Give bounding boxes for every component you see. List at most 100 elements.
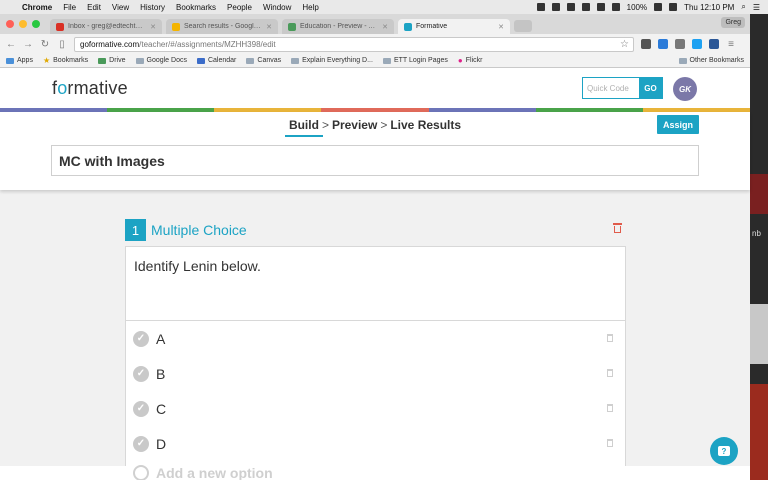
spotlight-icon[interactable]: ⌕ [741,2,745,12]
formative-logo[interactable]: formative [52,78,128,99]
add-option-row[interactable]: Add a new option [126,461,625,480]
status-icon[interactable] [536,3,545,11]
notifications-icon[interactable]: ☰ [753,3,760,12]
close-tab-icon[interactable]: ✕ [382,23,388,31]
bookmark-label: Canvas [257,57,282,64]
delete-option-icon[interactable] [607,369,613,377]
forward-icon[interactable]: → [23,39,33,50]
correct-answer-check-icon[interactable]: ✓ [133,330,149,347]
quick-code-input[interactable] [583,78,639,98]
status-icon[interactable] [566,3,575,11]
assignment-title-field[interactable]: MC with Images [51,145,699,176]
delete-question-icon[interactable] [613,223,622,233]
bookmark-ett-login[interactable]: ETT Login Pages [382,57,448,64]
chat-bubble-icon: ? [718,446,730,456]
option-label[interactable]: C [156,401,166,417]
bookmark-canvas[interactable]: Canvas [246,57,281,64]
desktop-window-fragment [750,174,768,214]
option-label[interactable]: B [156,366,165,382]
close-tab-icon[interactable]: ✕ [266,23,272,31]
menu-file[interactable]: File [63,3,76,12]
formative-icon [404,22,412,31]
menu-window[interactable]: Window [263,3,291,12]
question-header: 1 Multiple Choice [125,219,625,241]
tab-title: Inbox - greg@edtechteacher.org [68,23,146,30]
correct-answer-check-icon[interactable]: ✓ [133,365,149,382]
correct-answer-check-icon[interactable]: ✓ [133,435,149,452]
delete-option-icon[interactable] [607,334,613,342]
profile-button[interactable]: Greg [721,17,745,28]
bookmark-google-docs[interactable]: Google Docs [135,57,187,64]
option-row[interactable]: ✓ C [126,391,625,426]
avatar[interactable]: GK [673,77,697,101]
bookmark-bookmarks[interactable]: ★ Bookmarks [43,56,88,65]
folder-icon [678,57,687,64]
tab-live-results[interactable]: Live Results [390,118,461,132]
menu-help[interactable]: Help [302,3,318,12]
battery-percent[interactable]: 100% [627,3,647,12]
reload-icon[interactable]: ↻ [40,39,50,50]
chrome-menu-icon[interactable]: ≡ [726,39,736,50]
close-tab-icon[interactable]: ✕ [150,23,156,31]
menu-view[interactable]: View [112,3,129,12]
tab-preview[interactable]: Preview [332,118,377,132]
radio-outline-icon [133,465,149,480]
extension-icon[interactable] [658,39,668,49]
address-bar[interactable]: goformative.com/teacher/#/assignments/MZ… [74,36,634,52]
correct-answer-check-icon[interactable]: ✓ [133,400,149,417]
bookmark-other[interactable]: Other Bookmarks [678,57,744,64]
menu-people[interactable]: People [227,3,252,12]
browser-toolbar: ← → ↻ ▯ goformative.com/teacher/#/assign… [0,34,750,54]
volume-icon[interactable] [581,3,590,11]
minimize-window-button[interactable] [19,20,27,28]
assign-button[interactable]: Assign [657,115,699,134]
delete-option-icon[interactable] [607,404,613,412]
tab-build[interactable]: Build [289,118,319,132]
menu-chrome[interactable]: Chrome [22,3,52,12]
build-toolbar: Build > Preview > Live Results Assign MC wit… [0,112,750,190]
option-label[interactable]: D [156,436,166,452]
extension-icon[interactable] [641,39,651,49]
bookmark-apps[interactable]: Apps [6,57,33,64]
menu-bookmarks[interactable]: Bookmarks [176,3,216,12]
close-window-button[interactable] [6,20,14,28]
option-label[interactable]: A [156,331,165,347]
bookmark-drive[interactable]: Drive [98,57,126,64]
extension-icon[interactable] [675,39,685,49]
option-row[interactable]: ✓ B [126,356,625,391]
go-button[interactable]: GO [639,78,662,98]
bookmark-label: Apps [17,57,33,64]
quick-code-form: GO [582,77,663,99]
menu-edit[interactable]: Edit [87,3,101,12]
tab-drive-search[interactable]: Search results - Google Drive ✕ [166,19,278,34]
help-chat-button[interactable]: ? [710,437,738,465]
option-row[interactable]: ✓ D [126,426,625,461]
extension-icon[interactable] [709,39,719,49]
question-prompt[interactable]: Identify Lenin below. [126,247,625,321]
clock[interactable]: Thu 12:10 PM [684,3,734,12]
page-icon[interactable]: ▯ [57,39,67,50]
tab-education-preview[interactable]: Education - Preview - Assignments ✕ [282,19,394,34]
menu-history[interactable]: History [140,3,165,12]
option-row[interactable]: ✓ A [126,321,625,356]
bluetooth-icon[interactable] [596,3,605,11]
tab-formative[interactable]: Formative ✕ [398,19,510,34]
back-icon[interactable]: ← [6,39,16,50]
dropbox-icon[interactable] [551,3,560,11]
zoom-window-button[interactable] [32,20,40,28]
bookmark-calendar[interactable]: Calendar [196,57,236,64]
twitter-icon[interactable] [692,39,702,49]
new-tab-button[interactable] [514,20,532,32]
bookmark-explain-everything[interactable]: Explain Everything D... [291,57,373,64]
delete-option-icon[interactable] [607,439,613,447]
tab-inbox[interactable]: Inbox - greg@edtechteacher.org ✕ [50,19,162,34]
bookmark-star-icon[interactable]: ☆ [620,39,629,50]
wifi-icon[interactable] [611,3,620,11]
bookmark-flickr[interactable]: ● Flickr [458,56,483,65]
question-card: Identify Lenin below. ✓ A ✓ B ✓ C ✓ D Ad… [125,246,626,480]
keyboard-icon[interactable] [669,3,678,11]
add-option-label[interactable]: Add a new option [156,465,273,480]
breadcrumb-separator: > [380,118,388,132]
bookmark-label: Other Bookmarks [689,57,744,64]
close-tab-icon[interactable]: ✕ [498,23,504,31]
